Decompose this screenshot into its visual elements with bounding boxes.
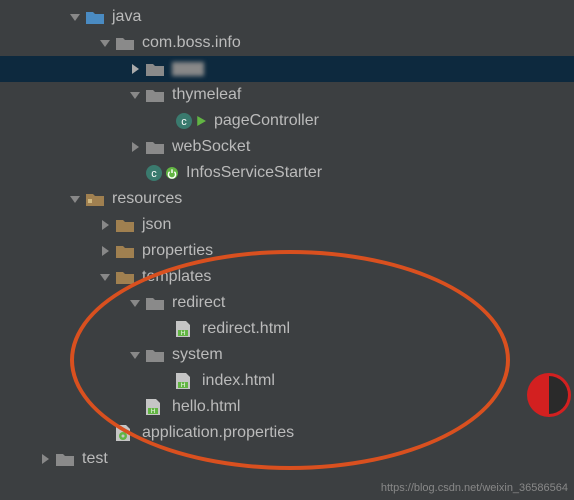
package-icon	[116, 34, 134, 52]
tree-node-system[interactable]: system	[0, 342, 574, 368]
tree-node-thymeleaf[interactable]: thymeleaf	[0, 82, 574, 108]
node-label: redirect	[172, 294, 225, 312]
tree-node-redirect[interactable]: redirect	[0, 290, 574, 316]
chevron-down-icon	[70, 12, 80, 22]
node-label: templates	[142, 268, 211, 286]
chevron-right-icon	[100, 220, 110, 230]
html-file-icon: H	[176, 372, 194, 390]
tree-node-redirecthtml[interactable]: H redirect.html	[0, 316, 574, 342]
chevron-down-icon	[130, 350, 140, 360]
chevron-down-icon	[130, 90, 140, 100]
tree-node-infosservicestarter[interactable]: c InfosServiceStarter	[0, 160, 574, 186]
tree-node-json[interactable]: json	[0, 212, 574, 238]
chevron-down-icon	[100, 38, 110, 48]
node-label: properties	[142, 242, 213, 260]
html-file-icon: H	[146, 398, 164, 416]
chevron-down-icon	[70, 194, 80, 204]
package-icon	[146, 86, 164, 104]
run-badge-icon	[196, 112, 206, 130]
power-badge-icon	[166, 164, 178, 182]
properties-file-icon	[116, 424, 134, 442]
tree-node-java[interactable]: java	[0, 4, 574, 30]
html-file-icon: H	[176, 320, 194, 338]
folder-icon	[86, 8, 104, 26]
chevron-down-icon	[130, 298, 140, 308]
tree-node-hellohtml[interactable]: H hello.html	[0, 394, 574, 420]
tree-node-indexhtml[interactable]: H index.html	[0, 368, 574, 394]
node-label: thymeleaf	[172, 86, 241, 104]
node-label: json	[142, 216, 171, 234]
svg-text:H: H	[181, 383, 185, 389]
class-icon: c	[146, 164, 164, 182]
package-icon	[146, 346, 164, 364]
tree-node-templates[interactable]: templates	[0, 264, 574, 290]
chevron-right-icon	[130, 142, 140, 152]
svg-text:c: c	[181, 116, 187, 128]
watermark-text: https://blog.csdn.net/weixin_36586564	[381, 482, 568, 494]
package-icon	[146, 138, 164, 156]
node-label: com.boss.info	[142, 34, 241, 52]
node-label: system	[172, 346, 223, 364]
package-icon	[116, 242, 134, 260]
watermark-logo	[524, 370, 574, 420]
chevron-down-icon	[100, 272, 110, 282]
tree-node-websocket[interactable]: webSocket	[0, 134, 574, 160]
node-label: hello.html	[172, 398, 240, 416]
package-icon	[116, 216, 134, 234]
folder-icon	[56, 450, 74, 468]
package-icon	[116, 268, 134, 286]
svg-text:H: H	[181, 331, 185, 337]
tree-node-test[interactable]: test	[0, 446, 574, 472]
tree-node-appprops[interactable]: application.properties	[0, 420, 574, 446]
svg-text:H: H	[151, 409, 155, 415]
node-label: redirect.html	[202, 320, 290, 338]
tree-node-comboss[interactable]: com.boss.info	[0, 30, 574, 56]
class-icon: c	[176, 112, 194, 130]
node-label: test	[82, 450, 108, 468]
chevron-right-icon	[130, 64, 140, 74]
node-label: java	[112, 8, 141, 26]
chevron-right-icon	[40, 454, 50, 464]
blurred-label	[172, 62, 204, 76]
node-label: pageController	[214, 112, 319, 130]
node-label: resources	[112, 190, 182, 208]
tree-node-properties[interactable]: properties	[0, 238, 574, 264]
resources-folder-icon	[86, 190, 104, 208]
chevron-right-icon	[100, 246, 110, 256]
node-label: InfosServiceStarter	[186, 164, 322, 182]
package-icon	[146, 294, 164, 312]
tree-node-resources[interactable]: resources	[0, 186, 574, 212]
tree-node-pagecontroller[interactable]: c pageController	[0, 108, 574, 134]
tree-node-blurred[interactable]	[0, 56, 574, 82]
package-icon	[146, 60, 164, 78]
node-label: application.properties	[142, 424, 294, 442]
project-tree[interactable]: java com.boss.info thymeleaf c pageContr…	[0, 0, 574, 472]
node-label: webSocket	[172, 138, 250, 156]
svg-text:c: c	[151, 168, 157, 180]
node-label: index.html	[202, 372, 275, 390]
